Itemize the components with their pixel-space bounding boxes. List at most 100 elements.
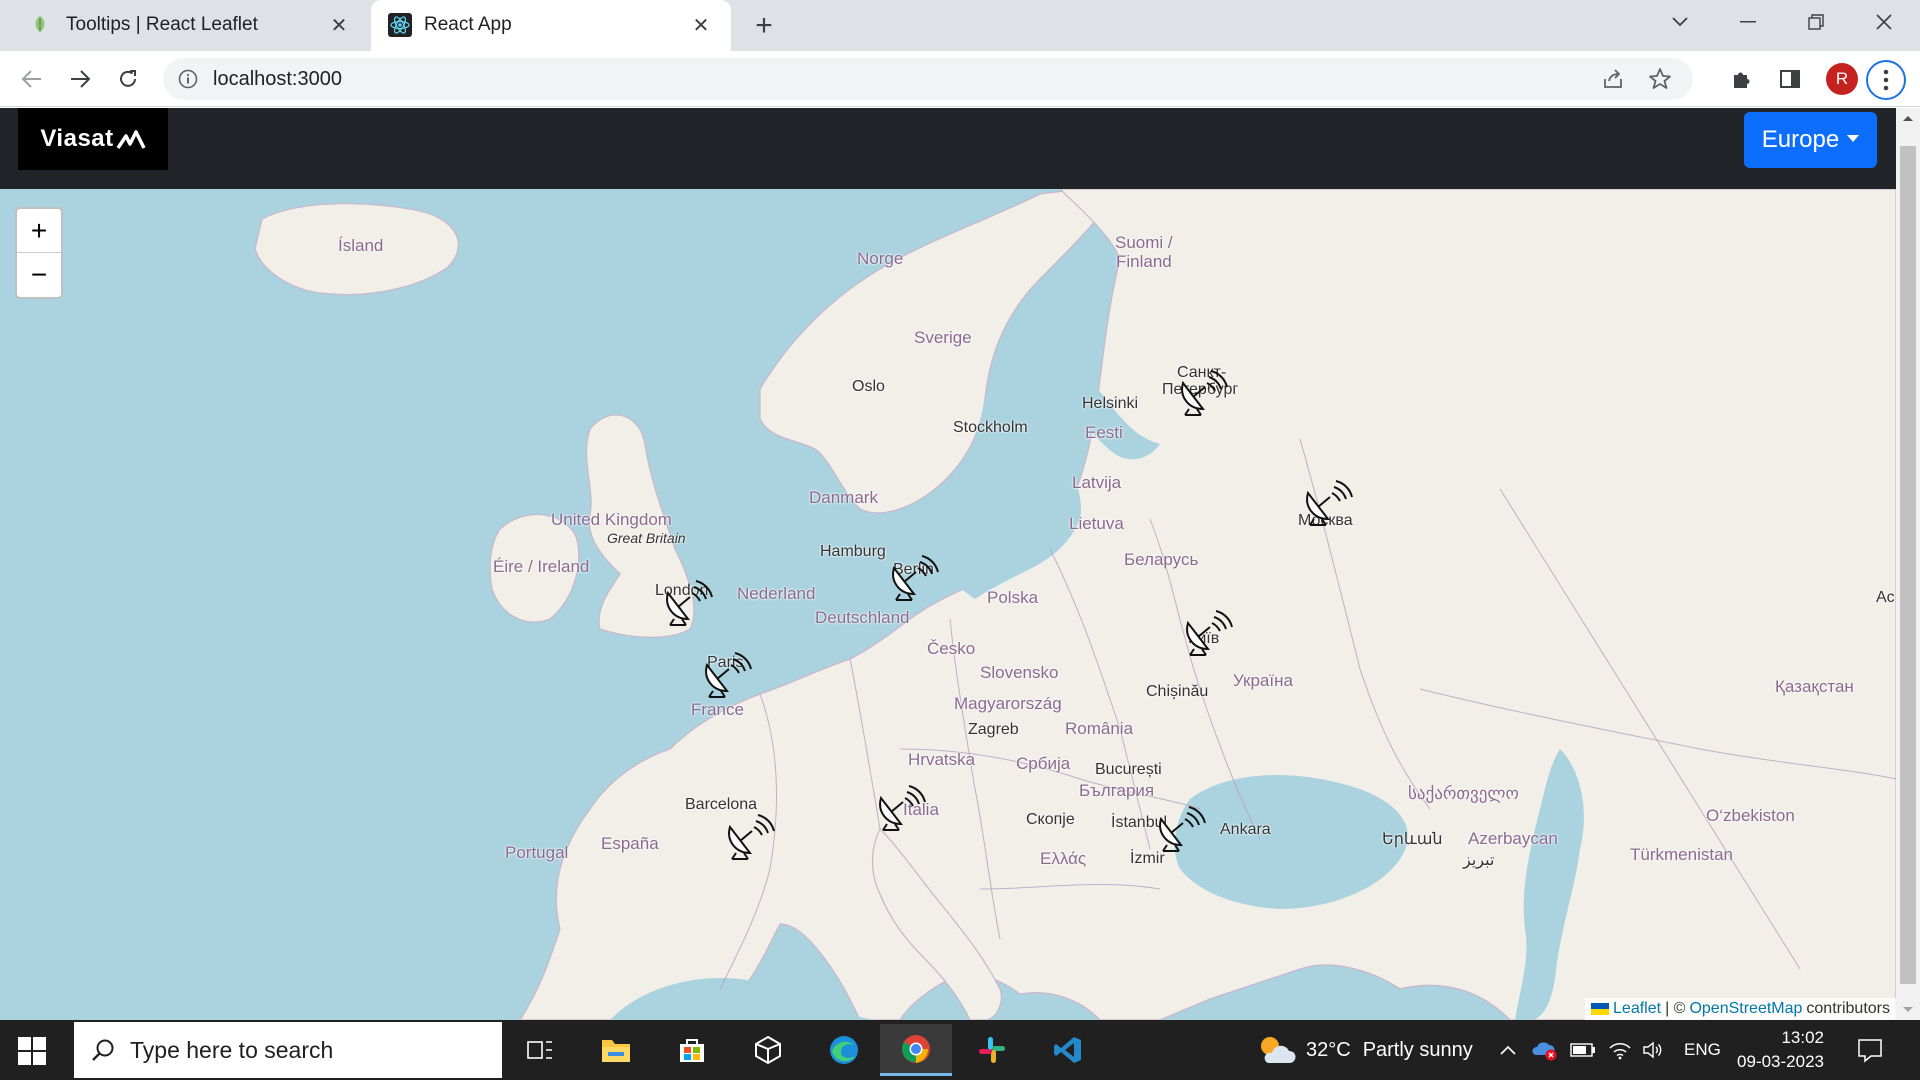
satellite-dish-icon[interactable] <box>1175 369 1229 417</box>
map-label: Україна <box>1233 671 1293 690</box>
chrome-menu-icon[interactable] <box>1866 60 1906 100</box>
new-tab-button[interactable]: + <box>748 9 780 42</box>
map-label: O‘zbekiston <box>1706 806 1795 825</box>
satellite-dish-icon[interactable] <box>722 813 776 861</box>
weather-temp: 32°C <box>1306 1038 1351 1061</box>
tab-strip: Tooltips | React Leaflet ✕ React App ✕ + <box>0 0 1920 51</box>
address-bar[interactable]: localhost:3000 <box>163 58 1693 100</box>
map-label: Србија <box>1016 754 1071 773</box>
windows-start-icon[interactable] <box>18 1037 46 1065</box>
close-tab-icon[interactable]: ✕ <box>327 13 351 37</box>
map-label: Скопје <box>1026 811 1075 828</box>
web-page: Viasat Europe Ísland Norge Suomi / Finla… <box>0 108 1896 1020</box>
clock-date: 09-03-2023 <box>1737 1052 1824 1071</box>
task-view-icon[interactable] <box>504 1024 576 1076</box>
tab-search-icon[interactable] <box>1652 0 1708 44</box>
region-dropdown-button[interactable]: Europe <box>1744 112 1877 168</box>
map-label: Portugal <box>505 843 569 862</box>
close-tab-icon[interactable]: ✕ <box>689 13 713 37</box>
page-scrollbar[interactable] <box>1896 108 1920 1020</box>
reload-icon[interactable] <box>108 59 148 99</box>
minimize-icon[interactable] <box>1720 0 1776 44</box>
scroll-up-icon[interactable] <box>1896 108 1920 128</box>
satellite-dish-icon[interactable] <box>873 784 927 832</box>
logo-mark-icon <box>116 130 146 149</box>
microsoft-store-icon[interactable] <box>656 1024 728 1076</box>
bookmark-star-icon[interactable] <box>1647 66 1673 92</box>
scroll-down-icon[interactable] <box>1896 1000 1920 1020</box>
tab-tooltips[interactable]: Tooltips | React Leaflet ✕ <box>0 0 369 51</box>
map-label: Hrvatska <box>908 750 976 769</box>
satellite-dish-icon[interactable] <box>886 554 940 602</box>
chrome-icon[interactable] <box>880 1024 952 1076</box>
map-tiles <box>254 189 1896 1020</box>
close-window-icon[interactable] <box>1856 0 1912 44</box>
extensions-icon[interactable] <box>1728 65 1756 93</box>
zoom-out-button[interactable]: − <box>17 253 61 297</box>
language-indicator[interactable]: ENG <box>1684 1020 1721 1080</box>
map-label: Lietuva <box>1069 514 1124 533</box>
tab-react-app[interactable]: React App ✕ <box>371 0 731 51</box>
map-label: Barcelona <box>685 796 758 813</box>
back-icon[interactable] <box>12 59 52 99</box>
tab-title: React App <box>424 14 512 35</box>
slack-icon[interactable] <box>956 1024 1028 1076</box>
satellite-dish-icon[interactable] <box>1153 805 1207 853</box>
windows-taskbar: Type here to search 32°C Partly sunny EN… <box>0 1020 1920 1080</box>
show-hidden-icons[interactable] <box>1498 1020 1518 1080</box>
clock[interactable]: 13:02 09-03-2023 <box>1734 1020 1824 1080</box>
osm-link[interactable]: OpenStreetMap <box>1689 1000 1802 1018</box>
map-label: Oslo <box>852 378 885 395</box>
map-label: București <box>1095 761 1162 778</box>
map-label: España <box>601 834 659 853</box>
notifications-icon[interactable] <box>1856 1020 1884 1080</box>
profile-avatar[interactable]: R <box>1826 63 1858 95</box>
zoom-control: + − <box>15 207 63 299</box>
vscode-icon[interactable] <box>1032 1024 1104 1076</box>
viasat-logo[interactable]: Viasat <box>18 108 168 170</box>
satellite-dish-icon[interactable] <box>699 651 753 699</box>
taskbar-search-box[interactable]: Type here to search <box>74 1022 502 1078</box>
map-label: Hamburg <box>820 543 886 560</box>
map-label: Ankara <box>1220 821 1271 838</box>
security-alert-icon[interactable] <box>1532 1020 1558 1080</box>
leaflet-link[interactable]: Leaflet <box>1613 1000 1661 1018</box>
share-icon[interactable] <box>1601 67 1625 91</box>
restore-icon[interactable] <box>1788 0 1844 44</box>
attribution-separator: | © <box>1665 1000 1686 1017</box>
map-label: Éire / Ireland <box>493 557 590 576</box>
satellite-dish-icon[interactable] <box>1180 609 1234 657</box>
zoom-in-button[interactable]: + <box>17 209 61 253</box>
cube-app-icon[interactable] <box>732 1024 804 1076</box>
map-label: România <box>1065 719 1134 738</box>
satellite-dish-icon[interactable] <box>1300 479 1354 527</box>
weather-text: Partly sunny <box>1362 1038 1473 1061</box>
map-label: Deutschland <box>815 608 910 627</box>
map-label: Chișinău <box>1146 683 1209 700</box>
search-icon <box>92 1039 114 1061</box>
file-explorer-icon[interactable] <box>580 1024 652 1076</box>
region-label: Europe <box>1761 126 1840 153</box>
map-label: Sverige <box>914 328 972 347</box>
wifi-icon[interactable] <box>1608 1020 1632 1080</box>
map-label: Ísland <box>338 236 384 255</box>
side-panel-icon[interactable] <box>1776 65 1804 93</box>
clock-time: 13:02 <box>1781 1028 1824 1047</box>
satellite-dish-icon[interactable] <box>660 579 714 627</box>
info-icon[interactable] <box>177 68 199 90</box>
map-label: Ac <box>1876 589 1895 606</box>
map-label: Беларусь <box>1124 550 1199 569</box>
map-label: Nederland <box>737 584 816 603</box>
map-label: Polska <box>987 588 1039 607</box>
map-label: Great Britain <box>607 530 686 546</box>
forward-icon[interactable] <box>60 59 100 99</box>
leaflet-map[interactable]: Ísland Norge Suomi / Finland Sverige Osl… <box>0 189 1896 1020</box>
weather-widget[interactable]: 32°C Partly sunny <box>1256 1020 1473 1080</box>
battery-icon[interactable] <box>1570 1020 1596 1080</box>
edge-icon[interactable] <box>808 1024 880 1076</box>
volume-icon[interactable] <box>1642 1020 1666 1080</box>
map-attribution: Leaflet | © OpenStreetMap contributors <box>1585 998 1896 1020</box>
scrollbar-thumb[interactable] <box>1900 146 1916 984</box>
map-label: საქართველო <box>1408 784 1519 803</box>
map-label: United Kingdom <box>551 510 672 529</box>
